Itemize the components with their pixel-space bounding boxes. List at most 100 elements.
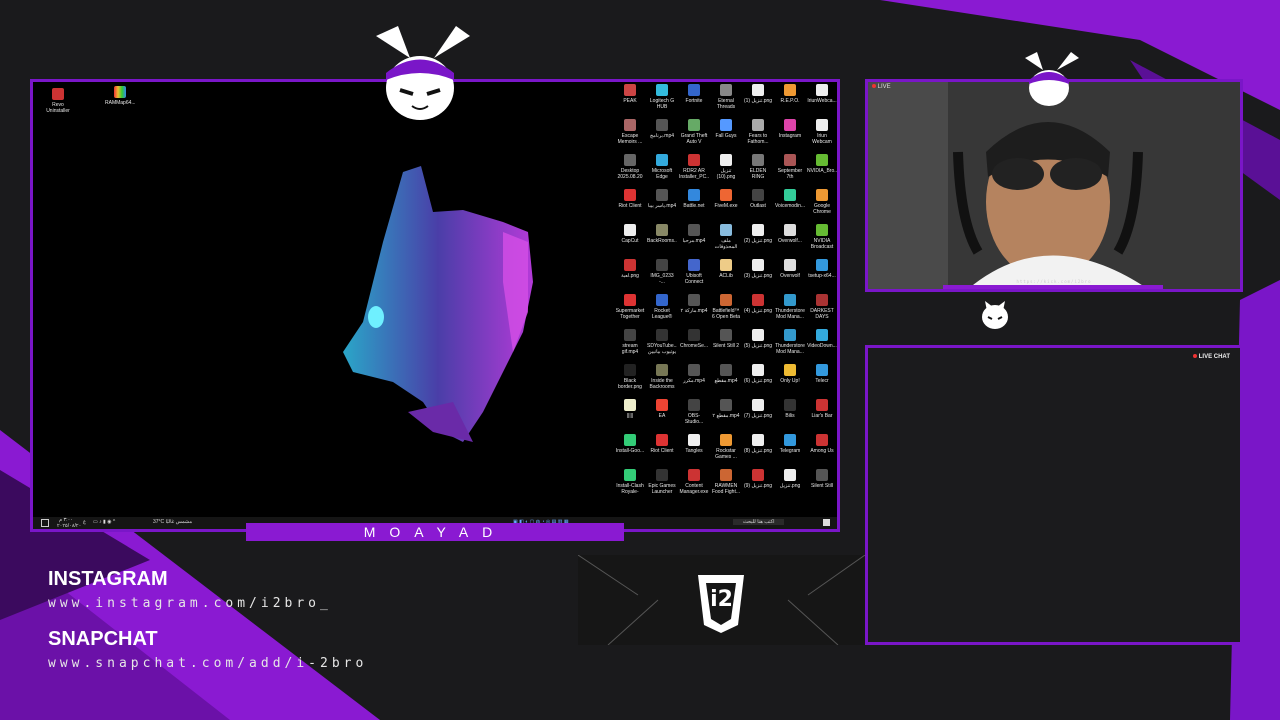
- desktop-icon[interactable]: Silent Still 2: [711, 329, 741, 363]
- desktop-icon[interactable]: IMG_0233 -...: [647, 259, 677, 293]
- taskbar-lang[interactable]: ع: [83, 519, 86, 525]
- desktop-icon[interactable]: Escape Memoirs ...: [615, 119, 645, 153]
- desktop-icon[interactable]: Install-Clash Royale-Goo...: [615, 469, 645, 503]
- desktop-icon[interactable]: Only Up!: [775, 364, 805, 398]
- desktop-icon-label: Install-Goo...: [615, 448, 645, 454]
- desktop-icon[interactable]: تنزيل (3).png: [743, 259, 773, 293]
- desktop-icon[interactable]: |||||: [615, 399, 645, 433]
- desktop-icon-label: Install-Clash Royale-Goo...: [616, 483, 644, 495]
- desktop-icon[interactable]: Fall Guys: [711, 119, 741, 153]
- desktop-icon[interactable]: FiveM.exe: [711, 189, 741, 223]
- desktop-icon[interactable]: Desktop 2025.08.20 -...: [615, 154, 645, 188]
- desktop-icon[interactable]: Iriun Webcam: [807, 119, 837, 153]
- desktop-icon[interactable]: Rocket League®: [647, 294, 677, 328]
- desktop-icon[interactable]: EA: [647, 399, 677, 433]
- desktop-icon[interactable]: Black border.png: [615, 364, 645, 398]
- notification-icon[interactable]: [41, 519, 49, 527]
- desktop-icon[interactable]: Instagram: [775, 119, 805, 153]
- desktop-icon[interactable]: Liar's Bar: [807, 399, 837, 433]
- desktop-icon[interactable]: September 7th: [775, 154, 805, 188]
- desktop-icon[interactable]: Among Us: [807, 434, 837, 468]
- desktop-icon[interactable]: NVIDIA_Bro...: [807, 154, 837, 188]
- desktop-icon[interactable]: ياسر بيبا.mp4: [647, 189, 677, 223]
- desktop-icon-rammap[interactable]: RAMMap64...: [105, 86, 135, 120]
- desktop-icon[interactable]: Supermarket Together: [615, 294, 645, 328]
- desktop-icon[interactable]: Tangles: [679, 434, 709, 468]
- desktop-icon[interactable]: مقطع.mp4: [711, 364, 741, 398]
- desktop-icon[interactable]: تنزيل (6).png: [743, 364, 773, 398]
- desktop-icon[interactable]: RAWMEN Food Fight...: [711, 469, 741, 503]
- desktop-icon[interactable]: تنزيل (8).png: [743, 434, 773, 468]
- desktop-icon[interactable]: ماركة ٢.mp4: [679, 294, 709, 328]
- desktop-icon[interactable]: Battlefield™ 6 Open Beta: [711, 294, 741, 328]
- desktop-icon[interactable]: Thunderstore Mod Mana...: [775, 329, 805, 363]
- desktop-icon[interactable]: لعبة.png: [615, 259, 645, 293]
- desktop-icon[interactable]: Telecr: [807, 364, 837, 398]
- desktop-icon[interactable]: DARKEST DAYS: [807, 294, 837, 328]
- desktop-icon[interactable]: Epic Games Launcher: [647, 469, 677, 503]
- desktop-icon[interactable]: مقطع ٢.mp4: [711, 399, 741, 433]
- desktop-icon[interactable]: Overwolf: [775, 259, 805, 293]
- desktop-icon[interactable]: Overwolf...: [775, 224, 805, 258]
- desktop-icon[interactable]: Eternal Threads: [711, 84, 741, 118]
- desktop-icon[interactable]: Battle.net: [679, 189, 709, 223]
- desktop-icon[interactable]: تنزيل (9).png: [743, 469, 773, 503]
- desktop-icon[interactable]: تنزيل (7).png: [743, 399, 773, 433]
- desktop-icon[interactable]: Install-Goo...: [615, 434, 645, 468]
- start-icon[interactable]: [823, 519, 830, 526]
- taskbar-clock-date[interactable]: ٢٠٢٥/٠٨/٢٠: [57, 523, 81, 529]
- desktop-icon[interactable]: Content Manager.exe: [679, 469, 709, 503]
- desktop-icon-revo[interactable]: Revo Uninstaller: [43, 88, 73, 122]
- desktop-icon[interactable]: CapCut: [615, 224, 645, 258]
- desktop-icon[interactable]: OBS-Studio...: [679, 399, 709, 433]
- desktop-icon[interactable]: ملف المحذوفات: [711, 224, 741, 258]
- search-box[interactable]: اكتب هنا للبحث: [733, 519, 785, 525]
- desktop-icon[interactable]: R.E.P.O.: [775, 84, 805, 118]
- desktop-icon[interactable]: Bilis: [775, 399, 805, 433]
- desktop-icon[interactable]: Telegram: [775, 434, 805, 468]
- desktop-icon[interactable]: مكرر.mp4: [679, 364, 709, 398]
- desktop-icon[interactable]: Outlast: [743, 189, 773, 223]
- desktop-icon[interactable]: تنزيل.png: [775, 469, 805, 503]
- desktop-icon[interactable]: تنزيل (1).png: [743, 84, 773, 118]
- desktop-icon[interactable]: Grand Theft Auto V: [679, 119, 709, 153]
- desktop-icon[interactable]: Inside the Backrooms: [647, 364, 677, 398]
- desktop-icon[interactable]: تنزيل (4).png: [743, 294, 773, 328]
- desktop-icon[interactable]: تنزيل (5).png: [743, 329, 773, 363]
- chat-panel: LIVE CHAT: [868, 348, 1240, 642]
- desktop-icon[interactable]: RDR2 AR Installer_PC...: [679, 154, 709, 188]
- desktop-icon[interactable]: Riot Client: [647, 434, 677, 468]
- desktop-icon[interactable]: تنزيل (2).png: [743, 224, 773, 258]
- desktop-icon-label: IriunWebca...: [807, 98, 837, 104]
- desktop-icon[interactable]: Riot Client: [615, 189, 645, 223]
- desktop-icon[interactable]: PEAK: [615, 84, 645, 118]
- desktop-icon-label: Fears to Fathom...: [747, 133, 769, 145]
- tray-icons[interactable]: ▭ ♪ ▮ ◉ ^: [93, 519, 115, 525]
- desktop-icon[interactable]: ELDEN RING: [743, 154, 773, 188]
- app-icon: [720, 294, 732, 306]
- desktop-icon[interactable]: tsetup-x64...: [807, 259, 837, 293]
- desktop-icon[interactable]: Ubisoft Connect: [679, 259, 709, 293]
- desktop-icon[interactable]: Thunderstore Mod Mana...: [775, 294, 805, 328]
- desktop-icon[interactable]: SDYouTube... يوتيوب بيانيين: [647, 329, 677, 363]
- desktop-icon[interactable]: ChromeSe...: [679, 329, 709, 363]
- desktop-icon[interactable]: Fears to Fathom...: [743, 119, 773, 153]
- desktop-icon[interactable]: Microsoft Edge: [647, 154, 677, 188]
- desktop-icon[interactable]: برنامج.mp4: [647, 119, 677, 153]
- weather-widget[interactable]: 37°C مشمس غالبًا: [153, 519, 192, 525]
- desktop-icon[interactable]: تنزيل (10).png: [711, 154, 741, 188]
- desktop-icon[interactable]: VideoDown...: [807, 329, 837, 363]
- desktop-icon[interactable]: IriunWebca...: [807, 84, 837, 118]
- desktop-icon[interactable]: مرحبا.mp4: [679, 224, 709, 258]
- desktop-icon[interactable]: Silent Still: [807, 469, 837, 503]
- desktop-icon[interactable]: Google Chrome: [807, 189, 837, 223]
- desktop-icon[interactable]: Fortnite: [679, 84, 709, 118]
- desktop-icon[interactable]: BackRooms...: [647, 224, 677, 258]
- desktop-icon[interactable]: ACLib: [711, 259, 741, 293]
- desktop-icon[interactable]: Voicemodin...: [775, 189, 805, 223]
- desktop-icon[interactable]: Rockstar Games ...: [711, 434, 741, 468]
- desktop-icon[interactable]: stream gif.mp4: [615, 329, 645, 363]
- desktop-icon[interactable]: Logitech G HUB: [647, 84, 677, 118]
- desktop-icon-label: Bilis: [785, 413, 795, 419]
- desktop-icon[interactable]: NVIDIA Broadcast: [807, 224, 837, 258]
